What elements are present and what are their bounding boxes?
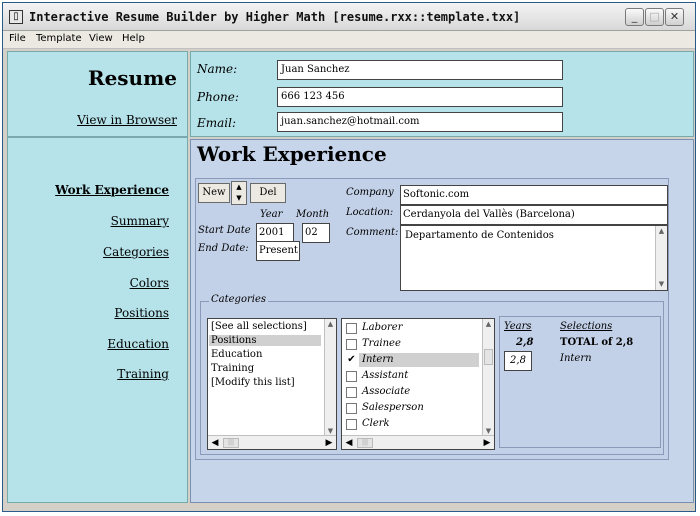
scroll-left-icon[interactable]: ◀ [343, 437, 355, 449]
option-label: Intern [362, 354, 394, 365]
category-list-hscrollbar[interactable]: ◀ ||| ▶ [208, 435, 336, 449]
sidebar-item-training[interactable]: Training [117, 367, 169, 381]
delete-button[interactable]: Del [250, 183, 286, 203]
checkbox-assistant[interactable] [346, 371, 357, 382]
option-label: Salesperson [362, 402, 424, 413]
list-item[interactable]: [Modify this list] [211, 377, 295, 388]
checkbox-clerk[interactable] [346, 419, 357, 430]
checkbox-trainee[interactable] [346, 339, 357, 350]
comment-field[interactable]: Departamento de Contenidos ▲ ▼ [400, 225, 668, 291]
years-header: Years [504, 321, 532, 332]
sidebar-item-education[interactable]: Education [107, 337, 169, 351]
app-icon[interactable]: ▯ [9, 10, 23, 24]
scroll-thumb[interactable]: ||| [223, 438, 239, 448]
menu-view[interactable]: View [89, 33, 113, 44]
work-entry-box: New ▲ ▼ Del Year Month Start Date 2001 0… [195, 178, 669, 460]
menu-help[interactable]: Help [122, 33, 145, 44]
menu-template[interactable]: Template [36, 33, 82, 44]
year-header: Year [260, 209, 283, 220]
email-label: Email: [197, 116, 237, 130]
category-list[interactable]: [See all selections] Positions Education… [207, 318, 337, 450]
name-label: Name: [197, 62, 238, 76]
sidebar-item-work-experience[interactable]: Work Experience [55, 183, 169, 197]
total-label: TOTAL of 2,8 [560, 337, 634, 348]
start-date-label: Start Date [198, 225, 251, 236]
sidebar: Resume View in Browser Work Experience S… [7, 51, 188, 503]
view-in-browser-link[interactable]: View in Browser [77, 113, 177, 127]
options-scrollbar[interactable]: ▲ ▼ [482, 319, 494, 437]
sidebar-item-positions[interactable]: Positions [114, 306, 169, 320]
option-label: Trainee [362, 338, 401, 349]
sidebar-item-categories[interactable]: Categories [103, 245, 169, 259]
section-title: Work Experience [197, 142, 387, 166]
down-arrow-icon[interactable]: ▼ [232, 193, 246, 204]
scroll-up-icon[interactable]: ▲ [483, 319, 494, 330]
category-options-list[interactable]: Laborer Trainee ✔ Intern Assistant Assoc… [341, 318, 495, 450]
scroll-right-icon[interactable]: ▶ [323, 437, 335, 449]
list-item[interactable]: Education [211, 349, 262, 360]
phone-field[interactable]: 666 123 456 [277, 87, 563, 107]
comment-label: Comment: [346, 227, 399, 238]
row-years-field[interactable]: 2,8 [504, 351, 532, 371]
entry-stepper[interactable]: ▲ ▼ [231, 181, 247, 205]
app-window: ▯ Interactive Resume Builder by Higher M… [2, 2, 696, 512]
new-button[interactable]: New [198, 183, 230, 203]
row-selection: Intern [560, 353, 592, 364]
comment-scrollbar[interactable]: ▲ ▼ [655, 226, 667, 290]
window-title: Interactive Resume Builder by Higher Mat… [29, 10, 521, 24]
list-item[interactable]: Training [211, 363, 254, 374]
up-arrow-icon[interactable]: ▲ [232, 182, 246, 193]
sidebar-header: Resume View in Browser [8, 52, 187, 138]
title-bar[interactable]: ▯ Interactive Resume Builder by Higher M… [3, 3, 695, 31]
scroll-up-icon[interactable]: ▲ [325, 319, 336, 330]
option-label: Clerk [362, 418, 390, 429]
categories-legend: Categories [209, 294, 268, 305]
option-label: Assistant [362, 370, 409, 381]
total-years: 2,8 [516, 337, 534, 348]
location-label: Location: [346, 207, 394, 218]
location-field[interactable]: Cerdanyola del Vallès (Barcelona) [400, 205, 668, 225]
option-label: Laborer [362, 322, 403, 333]
name-field[interactable]: Juan Sanchez [277, 60, 563, 80]
month-header: Month [296, 209, 330, 220]
scroll-right-icon[interactable]: ▶ [481, 437, 493, 449]
checkbox-associate[interactable] [346, 387, 357, 398]
phone-label: Phone: [197, 90, 239, 104]
email-field[interactable]: juan.sanchez@hotmail.com [277, 112, 563, 132]
contact-panel: Name: Juan Sanchez Phone: 666 123 456 Em… [190, 51, 694, 137]
minimize-button[interactable]: _ [625, 8, 644, 26]
end-date-field[interactable]: Present [256, 241, 300, 261]
scroll-left-icon[interactable]: ◀ [209, 437, 221, 449]
option-label: Associate [362, 386, 411, 397]
maximize-button[interactable]: □ [645, 8, 664, 26]
sidebar-item-summary[interactable]: Summary [111, 214, 169, 228]
checkmark-icon[interactable]: ✔ [346, 355, 357, 366]
list-item[interactable]: Positions [209, 335, 321, 346]
selections-header: Selections [560, 321, 613, 332]
checkbox-salesperson[interactable] [346, 403, 357, 414]
close-button[interactable]: ✕ [665, 8, 684, 26]
menu-file[interactable]: File [9, 33, 26, 44]
end-date-label: End Date: [198, 243, 249, 254]
company-label: Company [346, 187, 394, 198]
category-list-scrollbar[interactable]: ▲ ▼ [324, 319, 336, 437]
comment-text: Departamento de Contenidos [405, 230, 554, 241]
scroll-up-icon[interactable]: ▲ [656, 226, 667, 237]
categories-group: Categories [See all selections] Position… [200, 294, 664, 455]
sidebar-item-colors[interactable]: Colors [130, 276, 169, 290]
checkbox-laborer[interactable] [346, 323, 357, 334]
company-field[interactable]: Softonic.com [400, 185, 668, 205]
resume-heading: Resume [87, 66, 177, 90]
list-item[interactable]: [See all selections] [211, 321, 307, 332]
start-year-field[interactable]: 2001 [256, 223, 294, 243]
scroll-thumb[interactable]: ||| [357, 438, 373, 448]
options-hscrollbar[interactable]: ◀ ||| ▶ [342, 435, 494, 449]
start-month-field[interactable]: 02 [302, 223, 330, 243]
selection-summary: Years Selections 2,8 TOTAL of 2,8 2,8 In… [499, 316, 661, 448]
scroll-thumb[interactable] [484, 349, 493, 365]
work-experience-panel: Work Experience New ▲ ▼ Del Year Month S… [190, 139, 694, 503]
menu-bar: File Template View Help [3, 31, 695, 49]
scroll-down-icon[interactable]: ▼ [656, 279, 667, 290]
